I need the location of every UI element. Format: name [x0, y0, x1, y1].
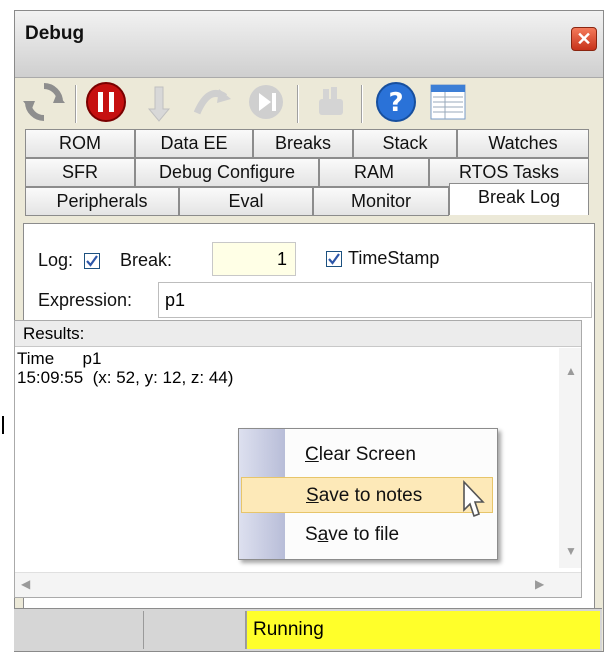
log-checkbox[interactable] — [84, 253, 100, 269]
toolbar: ? — [21, 79, 601, 131]
tab-rom[interactable]: ROM — [25, 129, 135, 158]
watch-window-icon[interactable] — [425, 79, 471, 125]
step-over-icon[interactable] — [189, 79, 235, 125]
refresh-icon[interactable] — [21, 79, 67, 125]
scroll-down-icon[interactable]: ▼ — [565, 544, 577, 558]
results-line-header: Time p1 — [17, 349, 102, 368]
break-count-field[interactable]: 1 — [212, 242, 296, 276]
tab-monitor[interactable]: Monitor — [313, 187, 449, 216]
run-to-cursor-icon[interactable] — [243, 79, 289, 125]
title-bar: Debug ✕ — [15, 11, 603, 78]
expression-label: Expression: — [38, 290, 133, 310]
tab-peripherals[interactable]: Peripherals — [25, 187, 179, 216]
tab-stack[interactable]: Stack — [353, 129, 457, 158]
results-line-value: 15:09:55 (x: 52, y: 12, z: 44) — [17, 368, 234, 387]
tab-ram[interactable]: RAM — [319, 158, 429, 187]
results-text[interactable]: Time p1 15:09:55 (x: 52, y: 12, z: 44) — [17, 349, 233, 387]
expression-input[interactable]: p1 — [158, 282, 592, 318]
svg-text:?: ? — [388, 88, 403, 118]
vertical-scrollbar[interactable]: ▲ ▼ — [559, 348, 581, 568]
scroll-right-icon[interactable]: ▶ — [535, 577, 544, 591]
mouse-pointer-icon — [452, 479, 486, 529]
stop-icon[interactable] — [83, 79, 129, 125]
status-cell-1 — [14, 611, 144, 649]
results-header: Results: — [15, 321, 581, 347]
tab-data-ee[interactable]: Data EE — [135, 129, 253, 158]
window-title: Debug — [25, 23, 85, 44]
reset-icon[interactable] — [309, 79, 355, 125]
help-icon[interactable]: ? — [373, 79, 419, 125]
tab-eval[interactable]: Eval — [179, 187, 313, 216]
timestamp-checkbox[interactable] — [326, 251, 342, 267]
toolbar-separator — [361, 85, 363, 123]
tab-breaks[interactable]: Breaks — [253, 129, 353, 158]
break-label: Break: — [120, 250, 173, 270]
tab-sfr[interactable]: SFR — [25, 158, 135, 187]
step-into-icon[interactable] — [137, 79, 183, 125]
tab-watches[interactable]: Watches — [457, 129, 589, 158]
close-icon[interactable]: ✕ — [571, 27, 597, 51]
tab-break-log[interactable]: Break Log — [449, 183, 589, 215]
toolbar-separator — [297, 85, 299, 123]
toolbar-separator — [75, 85, 77, 123]
status-running: Running — [246, 611, 600, 649]
tab-debug-configure[interactable]: Debug Configure — [135, 158, 319, 187]
status-cell-2 — [144, 611, 246, 649]
horizontal-scrollbar[interactable]: ◀ ▶ — [15, 572, 581, 597]
scroll-up-icon[interactable]: ▲ — [565, 364, 577, 378]
status-bar: Running — [14, 608, 602, 651]
menu-item-clear-screen[interactable]: Clear Screen — [287, 437, 493, 473]
log-label: Log: — [38, 250, 74, 270]
scroll-left-icon[interactable]: ◀ — [21, 577, 30, 591]
timestamp-label: TimeStamp — [348, 248, 440, 268]
text-caret — [2, 416, 4, 434]
